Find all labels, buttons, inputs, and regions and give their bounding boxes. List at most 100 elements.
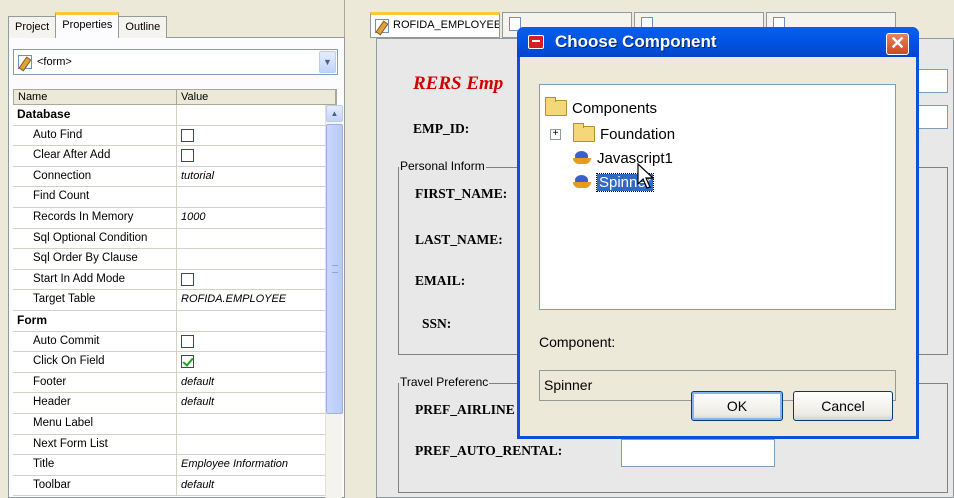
property-name: Target Table	[13, 290, 177, 310]
property-name: Connection	[13, 166, 177, 187]
property-scrollbar[interactable]: ▲	[325, 105, 343, 498]
property-category-row: Form	[13, 310, 337, 332]
checkbox[interactable]	[181, 149, 194, 163]
tree-item-foundation[interactable]: + Foundation	[550, 123, 675, 145]
property-row[interactable]: Clear After Add	[13, 146, 337, 167]
property-rows: Database Auto Find Clear After Add Connecti…	[13, 105, 337, 497]
label-first-name: FIRST_NAME:	[415, 186, 508, 201]
form-title: RERS Emp	[413, 73, 504, 94]
property-value[interactable]: default	[177, 476, 319, 496]
property-name: Sql Optional Condition	[13, 228, 177, 249]
property-row[interactable]: Menu Label	[13, 413, 337, 435]
dialog-titlebar[interactable]: Choose Component ✕	[517, 27, 919, 57]
property-row[interactable]: Header default	[13, 393, 337, 414]
property-name: Sql Order By Clause	[13, 249, 177, 269]
column-header-value[interactable]: Value	[177, 90, 336, 104]
property-row[interactable]: Target Table ROFIDA.EMPLOYEE	[13, 290, 337, 311]
property-row[interactable]: Find Count	[13, 187, 337, 208]
scroll-up-arrow-icon[interactable]: ▲	[326, 105, 343, 122]
field-pref-auto-rental[interactable]	[621, 439, 775, 467]
checkbox[interactable]	[181, 334, 194, 348]
property-name: Title	[13, 455, 177, 475]
tab-project[interactable]: Project	[8, 16, 57, 38]
property-table: Name Value Database Auto Find Clear After …	[13, 89, 337, 497]
property-name: Start In Add Mode	[13, 269, 177, 290]
property-value[interactable]: ROFIDA.EMPLOYEE	[177, 290, 319, 310]
label-email: EMAIL:	[415, 273, 466, 288]
property-value[interactable]	[177, 332, 319, 352]
form-selector[interactable]: <form> ▼	[13, 49, 338, 75]
property-name: Auto Find	[13, 125, 177, 146]
property-row[interactable]: Connection tutorial	[13, 166, 337, 188]
property-value[interactable]	[177, 249, 319, 269]
dialog-body: Components + Foundation Javascript1 Spin…	[520, 57, 916, 436]
plus-icon[interactable]: +	[550, 128, 561, 140]
property-value[interactable]: tutorial	[177, 167, 319, 187]
property-value[interactable]: Employee Information	[177, 455, 319, 475]
form-selector-value: <form>	[37, 56, 72, 68]
property-name: Database	[13, 105, 177, 125]
property-value[interactable]	[177, 414, 319, 434]
checkbox[interactable]	[181, 128, 194, 142]
ok-button[interactable]: OK	[691, 391, 783, 421]
properties-panel: Project Properties Outline <form> ▼ Name…	[0, 0, 345, 498]
property-value[interactable]	[177, 311, 319, 331]
property-row[interactable]: Sql Optional Condition	[13, 228, 337, 250]
property-value[interactable]	[177, 126, 319, 146]
property-value[interactable]	[177, 270, 319, 290]
component-label: Component:	[539, 334, 616, 350]
tab-outline[interactable]: Outline	[118, 16, 168, 38]
property-row[interactable]: Auto Find	[13, 125, 337, 147]
property-value[interactable]: 1000	[177, 208, 319, 228]
property-value[interactable]	[177, 146, 319, 166]
ide-window: Project Properties Outline <form> ▼ Name…	[0, 0, 954, 498]
cancel-button[interactable]: Cancel	[793, 391, 893, 421]
tree-item-javascript1[interactable]: Javascript1	[573, 147, 673, 169]
tree-label: Components	[572, 99, 658, 117]
group-title-travel: Travel Preferenc	[399, 375, 490, 389]
panel-tabstrip: Project Properties Outline	[8, 12, 168, 38]
property-row[interactable]: Title Employee Information	[13, 455, 337, 476]
close-button[interactable]: ✕	[886, 33, 909, 55]
property-row[interactable]: Click On Field	[13, 352, 337, 373]
property-name: Menu Label	[13, 413, 177, 434]
property-value[interactable]	[177, 352, 319, 372]
property-row[interactable]: Sql Order By Clause	[13, 249, 337, 270]
label-last-name: LAST_NAME:	[415, 232, 503, 247]
tab-rofida-employee[interactable]: ROFIDA_EMPLOYEE	[370, 12, 500, 38]
checkbox-checked[interactable]	[181, 355, 194, 369]
tree-item-components[interactable]: Components	[545, 97, 657, 119]
group-title-personal: Personal Inform	[399, 159, 486, 173]
property-value[interactable]	[177, 229, 319, 249]
property-value[interactable]	[177, 105, 319, 125]
chevron-down-icon[interactable]: ▼	[319, 51, 336, 73]
property-row[interactable]: Auto Commit	[13, 331, 337, 353]
folder-icon	[545, 97, 567, 116]
tab-properties[interactable]: Properties	[55, 12, 120, 38]
tree-label: Javascript1	[597, 149, 673, 167]
property-row[interactable]: Toolbar default	[13, 475, 337, 497]
property-name: Footer	[13, 372, 177, 393]
property-row[interactable]: Records In Memory 1000	[13, 207, 337, 229]
property-value[interactable]	[177, 435, 319, 455]
property-value[interactable]	[177, 187, 319, 207]
checkbox[interactable]	[181, 272, 194, 286]
choose-component-dialog: Choose Component ✕ Components + Foundati…	[517, 27, 919, 439]
property-row[interactable]: Footer default	[13, 372, 337, 394]
mouse-pointer-icon	[637, 163, 655, 189]
tree-label: Foundation	[600, 125, 676, 143]
property-table-header: Name Value	[13, 89, 337, 105]
label-pref-airline: PREF_AIRLINE	[415, 402, 515, 417]
component-tree[interactable]: Components + Foundation Javascript1 Spin…	[539, 84, 896, 310]
scrollbar-thumb[interactable]	[326, 124, 343, 414]
property-value[interactable]: default	[177, 373, 319, 393]
label-emp-id: EMP_ID:	[413, 121, 470, 136]
property-name: Clear After Add	[13, 146, 177, 166]
property-value[interactable]: default	[177, 393, 319, 413]
property-name: Records In Memory	[13, 207, 177, 228]
property-row[interactable]: Next Form List	[13, 434, 337, 456]
ok-button-label: OK	[726, 398, 748, 414]
property-name: Auto Commit	[13, 331, 177, 352]
property-row[interactable]: Start In Add Mode	[13, 269, 337, 291]
column-header-name[interactable]: Name	[14, 90, 177, 104]
